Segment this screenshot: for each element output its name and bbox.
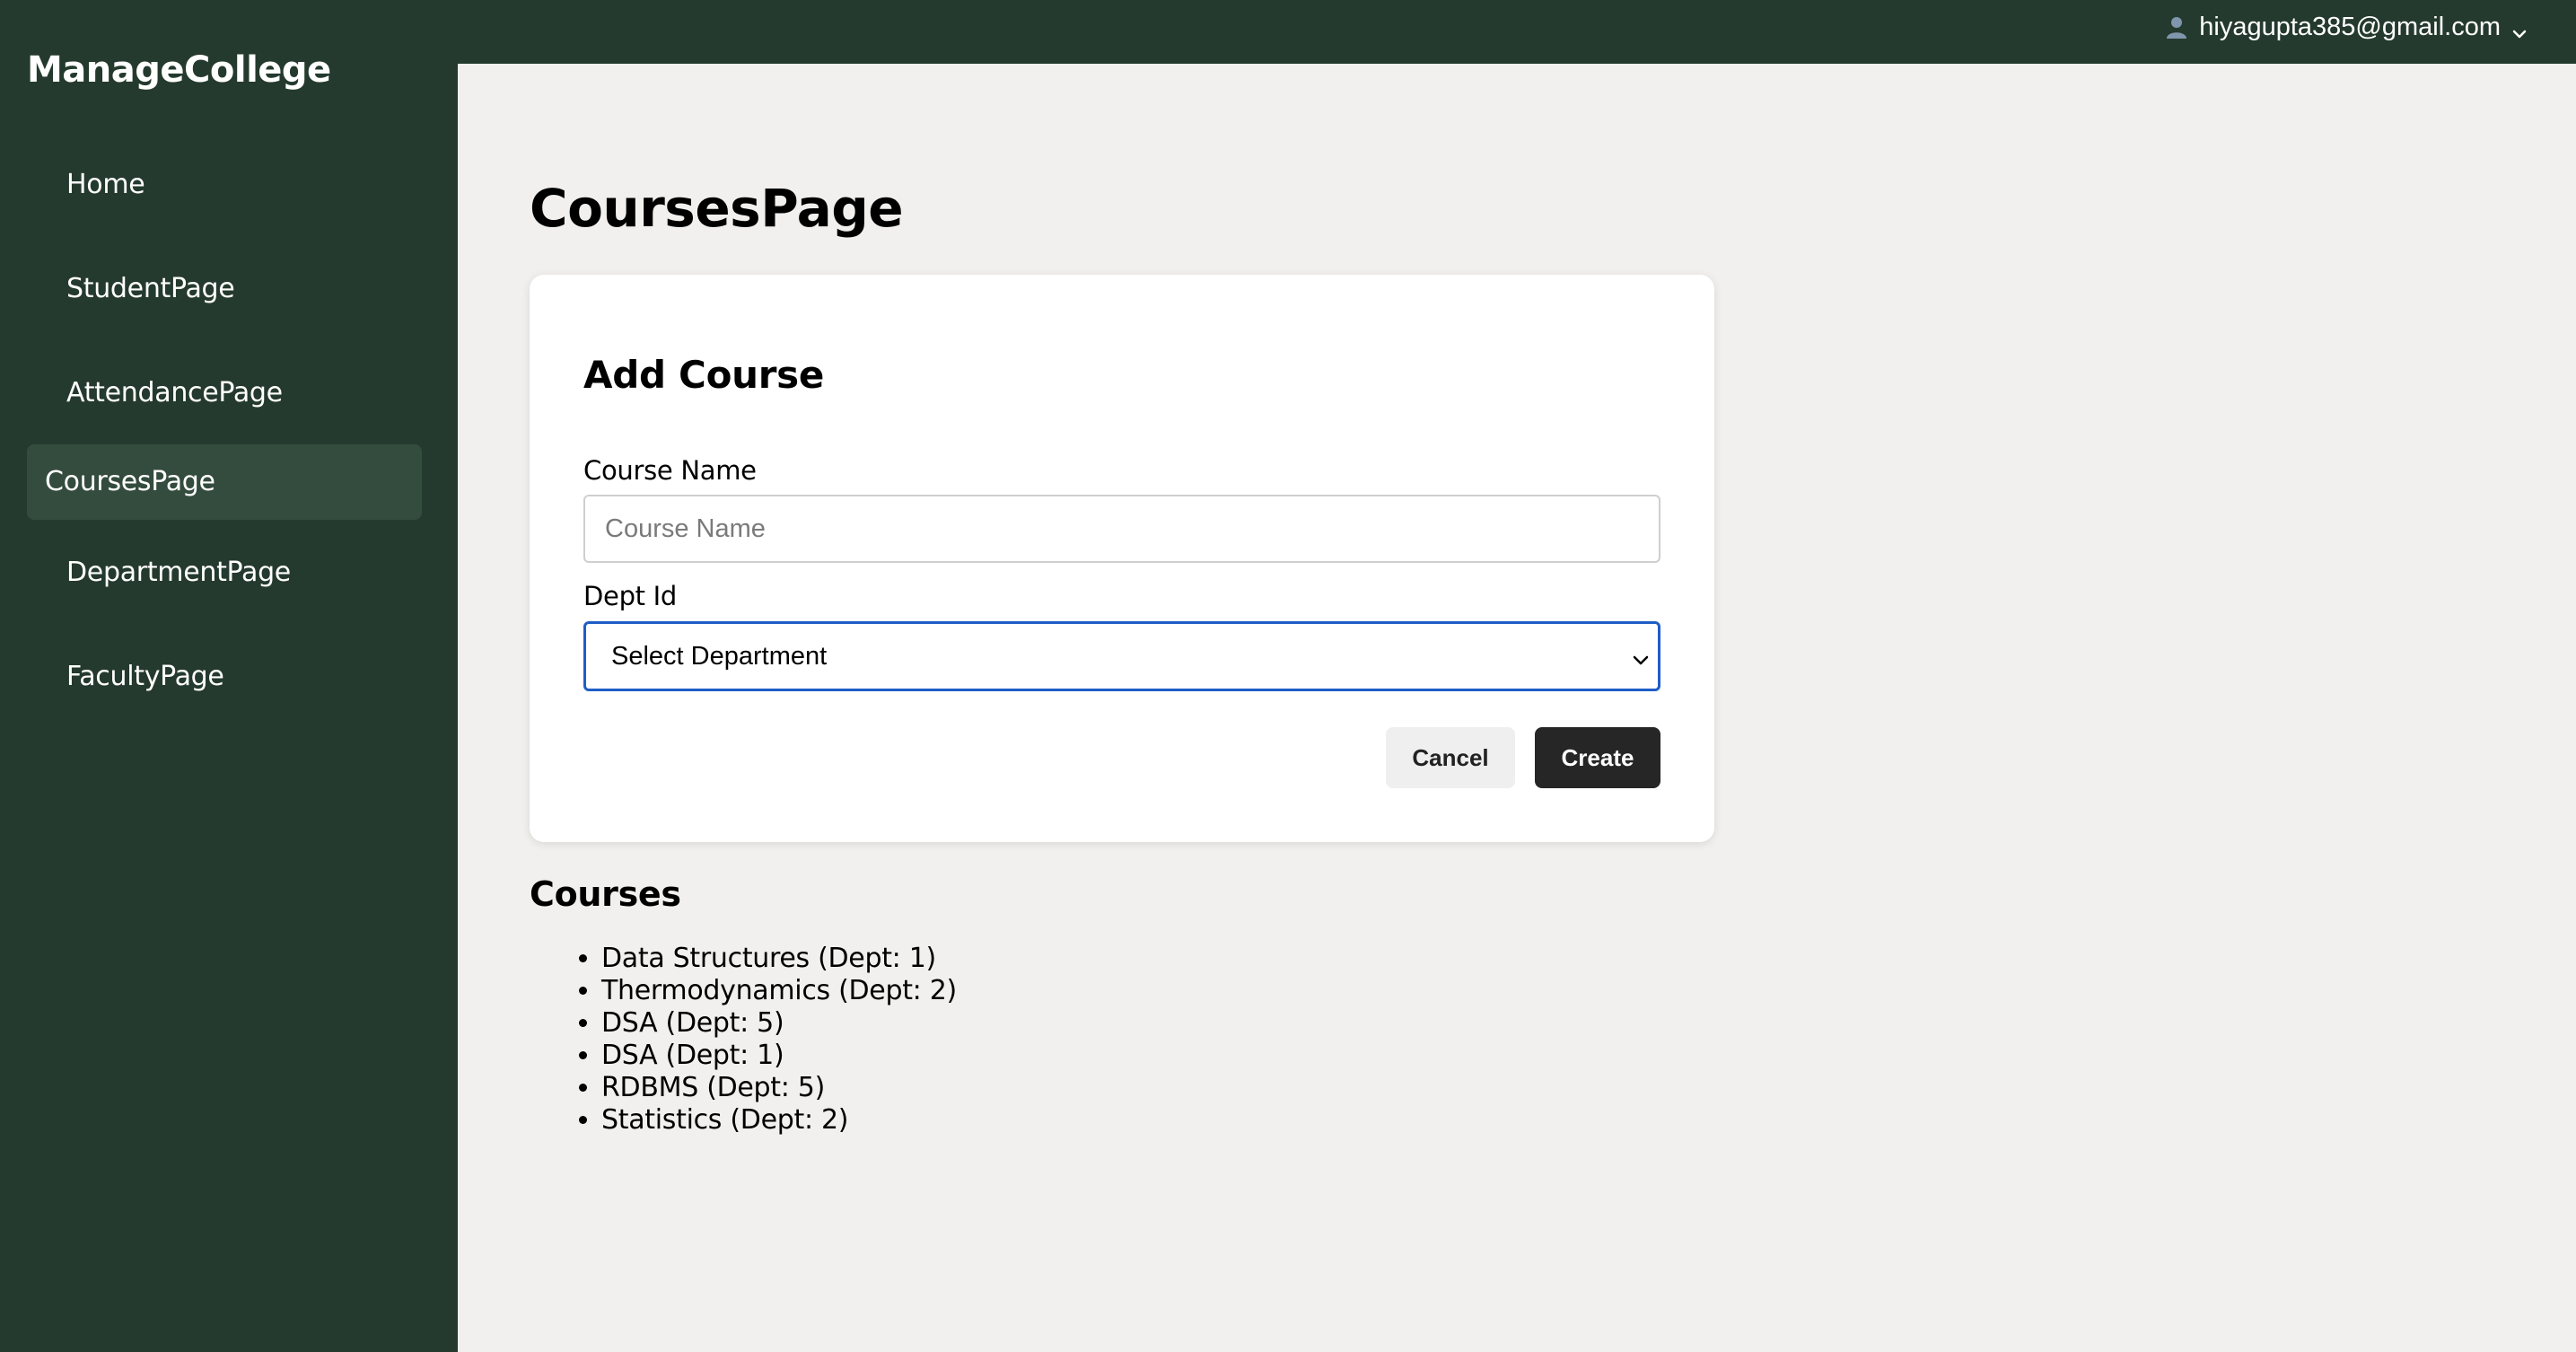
page-title: CoursesPage (530, 178, 904, 239)
sidebar-item-courses[interactable]: CoursesPage (27, 444, 422, 520)
user-icon (2163, 13, 2190, 40)
form-title: Add Course (583, 353, 825, 397)
list-item: Thermodynamics (Dept: 2) (601, 975, 957, 1007)
department-select[interactable]: Select Department (583, 621, 1660, 691)
app-brand: ManageCollege (27, 49, 331, 91)
dept-id-label: Dept Id (583, 581, 678, 611)
list-item: DSA (Dept: 1) (601, 1040, 957, 1072)
sidebar: ManageCollege Home StudentPage Attendanc… (0, 0, 458, 1352)
course-name-input[interactable] (583, 495, 1660, 563)
list-item: Statistics (Dept: 2) (601, 1104, 957, 1137)
sidebar-item-faculty[interactable]: FacultyPage (27, 639, 422, 715)
list-item: RDBMS (Dept: 5) (601, 1072, 957, 1104)
courses-list: Data Structures (Dept: 1) Thermodynamics… (530, 943, 957, 1137)
chevron-down-icon (1631, 647, 1651, 667)
user-menu[interactable]: hiyagupta385@gmail.com (2163, 9, 2529, 45)
user-email: hiyagupta385@gmail.com (2199, 12, 2501, 41)
department-select-value: Select Department (611, 641, 828, 671)
courses-heading: Courses (530, 874, 681, 914)
add-course-card: Add Course Course Name Dept Id Select De… (530, 275, 1714, 842)
create-button[interactable]: Create (1535, 727, 1660, 788)
sidebar-item-home[interactable]: Home (27, 147, 422, 223)
list-item: Data Structures (Dept: 1) (601, 943, 957, 975)
chevron-down-icon (2510, 22, 2529, 41)
sidebar-item-attendance[interactable]: AttendancePage (27, 356, 422, 431)
sidebar-item-department[interactable]: DepartmentPage (27, 535, 422, 610)
course-name-label: Course Name (583, 455, 757, 486)
list-item: DSA (Dept: 5) (601, 1007, 957, 1040)
cancel-button[interactable]: Cancel (1386, 727, 1515, 788)
sidebar-item-student[interactable]: StudentPage (27, 251, 422, 327)
